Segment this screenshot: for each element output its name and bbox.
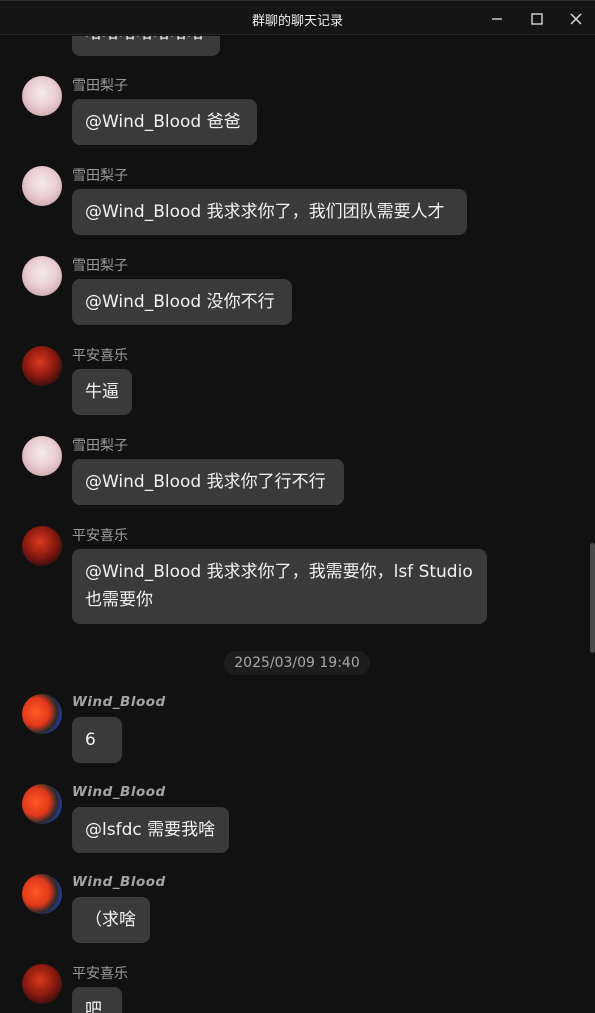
avatar[interactable] bbox=[22, 964, 62, 1004]
message-bubble: 6 bbox=[72, 717, 122, 763]
title-bar: 群聊的聊天记录 bbox=[0, 0, 595, 35]
avatar[interactable] bbox=[22, 256, 62, 296]
message-bubble: @Wind_Blood 我求你了行不行 bbox=[72, 459, 344, 505]
avatar[interactable] bbox=[22, 166, 62, 206]
sender-name: 雪田梨子 bbox=[72, 438, 128, 454]
scrollbar-thumb[interactable] bbox=[590, 543, 595, 653]
maximize-icon bbox=[531, 12, 543, 25]
sender-name: 平安喜乐 bbox=[72, 528, 128, 544]
sender-name: 平安喜乐 bbox=[72, 966, 128, 982]
sender-name: 雪田梨子 bbox=[72, 78, 128, 94]
avatar[interactable] bbox=[22, 526, 62, 566]
sender-name: Wind_Blood bbox=[72, 784, 166, 800]
close-button[interactable] bbox=[556, 1, 595, 36]
minimize-button[interactable] bbox=[477, 1, 517, 36]
chat-history[interactable]: 哈哈哈哈哈哈哈 雪田梨子 @Wind_Blood 爸爸 雪田梨子 @Wind_B… bbox=[0, 36, 595, 1013]
sender-name: Wind_Blood bbox=[72, 694, 166, 710]
minimize-icon bbox=[492, 17, 502, 20]
sender-name: Wind_Blood bbox=[72, 874, 166, 890]
message-bubble: @Wind_Blood 没你不行 bbox=[72, 279, 292, 325]
message-bubble: @lsfdc 需要我啥 bbox=[72, 807, 229, 853]
avatar[interactable] bbox=[22, 874, 62, 914]
avatar[interactable] bbox=[22, 346, 62, 386]
close-icon bbox=[570, 13, 582, 24]
message-bubble: @Wind_Blood 我求求你了，我需要你，lsf Studio也需要你 bbox=[72, 549, 487, 624]
avatar[interactable] bbox=[22, 436, 62, 476]
sender-name: 雪田梨子 bbox=[72, 168, 128, 184]
avatar[interactable] bbox=[22, 694, 62, 734]
message-bubble: （求啥 bbox=[72, 897, 150, 943]
timestamp-divider: 2025/03/09 19:40 bbox=[224, 651, 370, 675]
avatar[interactable] bbox=[22, 76, 62, 116]
message-bubble: 哈哈哈哈哈哈哈 bbox=[72, 36, 220, 56]
message-bubble: @Wind_Blood 我求求你了，我们团队需要人才 bbox=[72, 189, 467, 235]
sender-name: 雪田梨子 bbox=[72, 258, 128, 274]
maximize-button[interactable] bbox=[517, 1, 557, 36]
avatar[interactable] bbox=[22, 784, 62, 824]
message-bubble: 牛逼 bbox=[72, 369, 132, 415]
sender-name: 平安喜乐 bbox=[72, 348, 128, 364]
message-bubble: @Wind_Blood 爸爸 bbox=[72, 99, 257, 145]
message-bubble: 吧 bbox=[72, 987, 122, 1013]
